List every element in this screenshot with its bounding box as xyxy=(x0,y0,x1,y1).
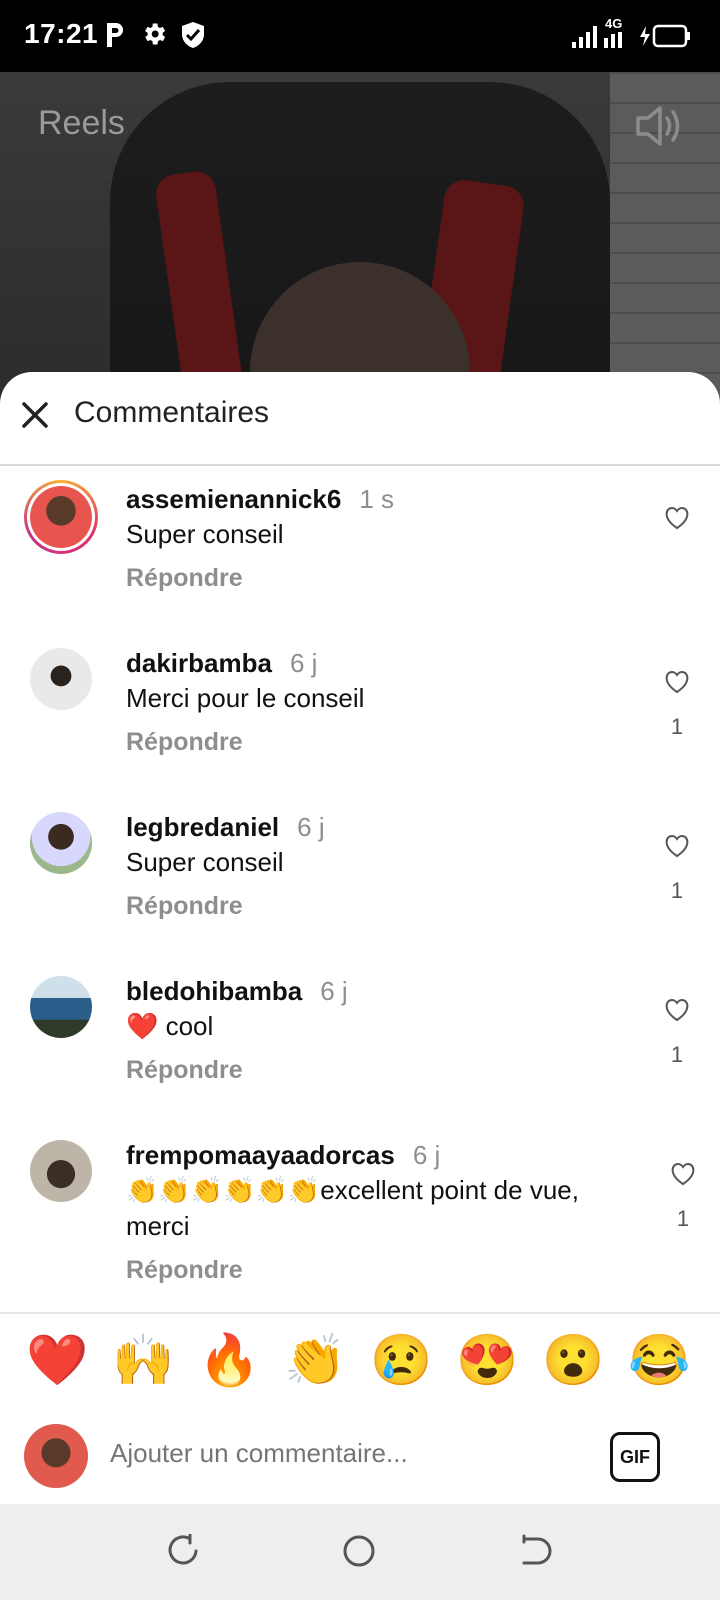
reply-button[interactable]: Répondre xyxy=(126,892,243,921)
comment-text: Super conseil xyxy=(126,519,284,549)
like-heart-icon[interactable] xyxy=(664,998,690,1022)
like-count: 1 xyxy=(676,1206,690,1231)
comment-text: ❤️ cool xyxy=(126,1011,214,1041)
user-avatar[interactable] xyxy=(30,648,92,710)
comment-username[interactable]: assemienannick6 1 s xyxy=(126,484,394,515)
gif-button[interactable]: GIF xyxy=(610,1432,660,1482)
like-heart-icon[interactable] xyxy=(664,670,690,694)
comment-text: 👏👏👏👏👏👏excellent point de vue, merci xyxy=(126,1175,579,1241)
comment-time: 6 j xyxy=(297,812,325,842)
reply-button[interactable]: Répondre xyxy=(126,1056,243,1085)
comment-composer: GIF xyxy=(0,1408,720,1504)
comment-text: Merci pour le conseil xyxy=(126,683,365,713)
shield-check-icon xyxy=(182,22,204,48)
avatar-with-story-ring[interactable] xyxy=(24,480,98,554)
user-avatar[interactable] xyxy=(30,812,92,874)
user-avatar[interactable] xyxy=(30,1140,92,1202)
comment-item: bledohibamba 6 j ❤️ cool Répondre 1 xyxy=(0,968,720,1128)
speaker-volume-icon[interactable] xyxy=(634,102,684,150)
comment-item: frempomaayaadorcas 6 j 👏👏👏👏👏👏excellent po… xyxy=(0,1132,720,1332)
network-type-label: 4G xyxy=(605,16,623,31)
comment-item: dakirbamba 6 j Merci pour le conseil Répo… xyxy=(0,640,720,800)
reaction-clapping-hands[interactable]: 👏 xyxy=(284,1330,346,1390)
like-heart-icon[interactable] xyxy=(664,506,690,530)
comments-header: Commentaires xyxy=(0,372,720,466)
comment-time: 6 j xyxy=(412,1140,441,1170)
comment-item: assemienannick6 1 s Super conseil Répondr… xyxy=(0,476,720,636)
status-time: 17:21 xyxy=(24,18,99,49)
user-avatar[interactable] xyxy=(30,976,92,1038)
battery-charging-icon xyxy=(640,24,690,48)
reply-button[interactable]: Répondre xyxy=(126,728,243,757)
comment-username[interactable]: legbredaniel 6 j xyxy=(126,812,325,843)
system-navigation-bar xyxy=(0,1504,720,1600)
signal-bars-2-icon xyxy=(604,32,622,48)
like-count: 1 xyxy=(670,1042,684,1067)
reply-button[interactable]: Répondre xyxy=(126,564,243,593)
back-icon[interactable] xyxy=(518,1534,552,1568)
reaction-fire[interactable]: 🔥 xyxy=(198,1330,260,1390)
reaction-heart-eyes[interactable]: 😍 xyxy=(456,1330,518,1390)
comment-time: 1 s xyxy=(359,484,395,514)
comment-username[interactable]: bledohibamba 6 j xyxy=(126,976,348,1007)
like-heart-icon[interactable] xyxy=(670,1162,696,1186)
reaction-crying-face[interactable]: 😢 xyxy=(370,1330,432,1390)
reels-title[interactable]: Reels xyxy=(38,104,125,143)
recent-apps-icon[interactable] xyxy=(166,1534,200,1568)
like-count: 1 xyxy=(670,714,684,739)
quick-reactions-bar: ❤️ 🙌 🔥 👏 😢 😍 😮 😂 xyxy=(0,1312,720,1412)
comment-time: 6 j xyxy=(289,648,318,678)
reaction-surprised-face[interactable]: 😮 xyxy=(542,1330,604,1390)
reel-video-background[interactable]: Reels xyxy=(0,72,720,402)
home-icon[interactable] xyxy=(342,1534,376,1568)
close-icon[interactable] xyxy=(20,400,50,430)
status-bar: 17:21 4G xyxy=(0,0,720,72)
reaction-raised-hands[interactable]: 🙌 xyxy=(112,1330,174,1390)
like-count: 1 xyxy=(670,878,684,903)
reaction-heart[interactable]: ❤️ xyxy=(26,1330,88,1390)
comment-text: Super conseil xyxy=(126,847,284,877)
reply-button[interactable]: Répondre xyxy=(126,1256,243,1285)
like-heart-icon[interactable] xyxy=(664,834,690,858)
signal-icon xyxy=(572,26,597,48)
comment-username[interactable]: dakirbamba 6 j xyxy=(126,648,317,679)
reaction-laughing-tears[interactable]: 😂 xyxy=(628,1330,690,1390)
comment-username[interactable]: frempomaayaadorcas 6 j xyxy=(126,1140,440,1171)
comment-input[interactable] xyxy=(110,1438,580,1469)
settings-gear-icon xyxy=(145,23,166,45)
parking-icon xyxy=(107,23,123,47)
comment-time: 6 j xyxy=(320,976,348,1006)
current-user-avatar xyxy=(24,1424,88,1488)
comment-item: legbredaniel 6 j Super conseil Répondre 1 xyxy=(0,804,720,964)
comments-title: Commentaires xyxy=(74,396,270,429)
